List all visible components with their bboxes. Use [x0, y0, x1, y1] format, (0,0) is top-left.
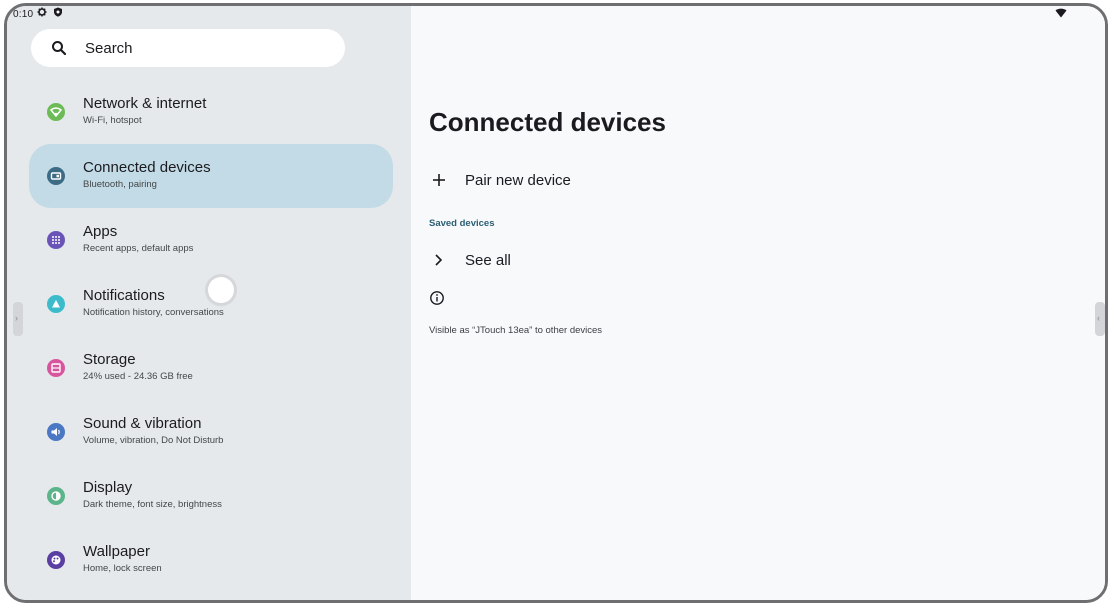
search-icon [52, 41, 67, 56]
nav-item-subtitle: Dark theme, font size, brightness [83, 499, 222, 510]
nav-item-storage[interactable]: Storage 24% used - 24.36 GB free [29, 336, 393, 400]
info-icon [430, 291, 444, 305]
nav-item-display[interactable]: Display Dark theme, font size, brightnes… [29, 464, 393, 528]
nav-item-subtitle: Wi-Fi, hotspot [83, 115, 142, 126]
nav-item-subtitle: Home, lock screen [83, 563, 162, 574]
nav-item-subtitle: Recent apps, default apps [83, 243, 194, 254]
visibility-info-text: Visible as “JTouch 13ea” to other device… [429, 325, 603, 336]
pair-new-device-label: Pair new device [465, 172, 571, 189]
nav-item-subtitle: Bluetooth, pairing [83, 179, 157, 190]
plus-icon [433, 174, 445, 186]
connected-devices-pane: Connected devices Pair new device Saved … [411, 6, 1105, 600]
volume-icon [47, 423, 65, 441]
status-bar: 0:10 [7, 6, 1105, 22]
nav-item-apps[interactable]: Apps Recent apps, default apps [29, 208, 393, 272]
brightness-icon [47, 487, 65, 505]
settings-gear-icon [37, 7, 47, 17]
storage-icon [47, 359, 65, 377]
nav-item-title: Sound & vibration [83, 415, 202, 432]
palette-icon [47, 551, 65, 569]
chevron-left-icon: ‹ [1097, 313, 1100, 323]
wifi-signal-icon [1055, 8, 1067, 18]
nav-item-sound-vibration[interactable]: Sound & vibration Volume, vibration, Do … [29, 400, 393, 464]
saved-devices-header: Saved devices [429, 218, 495, 229]
left-edge-handle[interactable]: › [13, 302, 23, 336]
nav-item-network-internet[interactable]: Network & internet Wi-Fi, hotspot [29, 80, 393, 144]
status-time: 0:10 [13, 9, 34, 20]
notification-bell-icon [47, 295, 65, 313]
nav-item-subtitle: Volume, vibration, Do Not Disturb [83, 435, 224, 446]
nav-item-wallpaper[interactable]: Wallpaper Home, lock screen [29, 528, 393, 592]
nav-item-title: Apps [83, 223, 118, 240]
touch-indicator [208, 277, 234, 303]
page-title: Connected devices [429, 107, 666, 137]
nav-item-subtitle: 24% used - 24.36 GB free [83, 371, 193, 382]
nav-item-subtitle: Notification history, conversations [83, 307, 224, 318]
nav-item-title: Display [83, 479, 133, 496]
search-label: Search [85, 40, 133, 57]
apps-grid-icon [47, 231, 65, 249]
nav-item-connected-devices[interactable]: Connected devices Bluetooth, pairing [29, 144, 393, 208]
nav-item-title: Network & internet [83, 95, 207, 112]
nav-item-title: Connected devices [83, 159, 211, 176]
search-bar[interactable]: Search [31, 29, 345, 67]
settings-nav-pane: Search Network & internet Wi-Fi, hotspot… [7, 6, 411, 600]
chevron-right-icon [435, 254, 443, 266]
right-edge-handle[interactable]: ‹ [1095, 302, 1105, 336]
wifi-icon [47, 103, 65, 121]
connected-devices-icon [47, 167, 65, 185]
nav-item-title: Wallpaper [83, 543, 150, 560]
device-frame: 0:10 Search Network & internet Wi-Fi, ho… [4, 3, 1108, 603]
see-all-label: See all [465, 252, 511, 269]
nav-item-title: Notifications [83, 287, 165, 304]
chevron-right-icon: › [15, 313, 18, 323]
shield-icon [54, 7, 62, 17]
nav-item-title: Storage [83, 351, 136, 368]
